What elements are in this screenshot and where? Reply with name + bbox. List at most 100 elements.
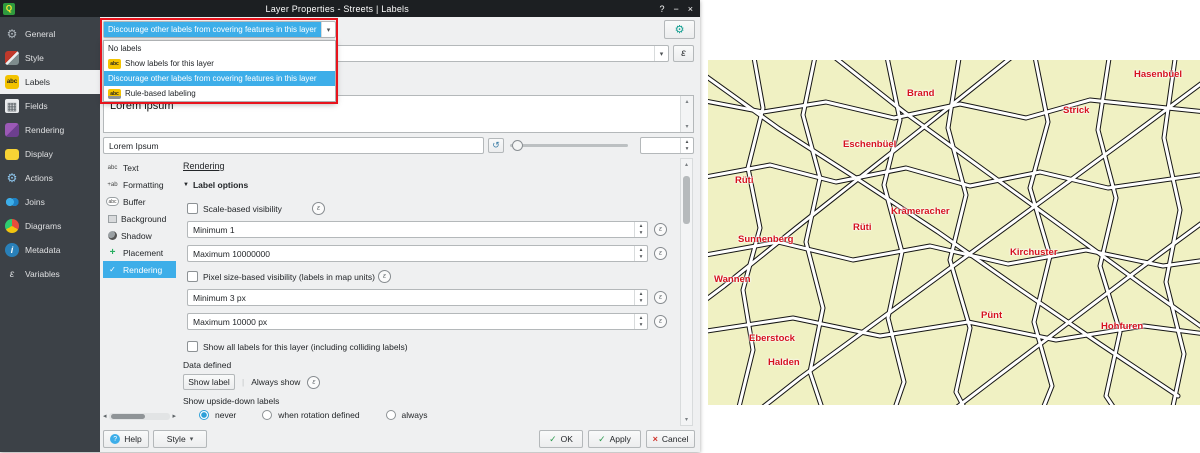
preview-scrollbar[interactable]: ▴ ▾ — [680, 96, 693, 132]
tab-rendering[interactable]: ✓ Rendering — [103, 261, 176, 278]
sidebar-item-general[interactable]: ⚙ General — [0, 22, 100, 46]
scrollbar-track[interactable] — [109, 413, 171, 420]
show-all-labels-checkbox[interactable] — [187, 341, 198, 352]
pixel-visibility-checkbox[interactable] — [187, 271, 198, 282]
data-defined-button[interactable]: ε — [654, 223, 667, 236]
scale-min-spinbox[interactable]: Minimum 1 ▴ ▾ — [187, 221, 648, 238]
tab-text[interactable]: abc Text — [103, 159, 176, 176]
scroll-down-icon[interactable]: ▾ — [685, 416, 688, 423]
show-label-button[interactable]: Show label — [183, 374, 235, 390]
apply-button[interactable]: ✓ Apply — [588, 430, 641, 448]
show-label-button-text: Show label — [188, 377, 230, 387]
scale-visibility-checkbox[interactable] — [187, 203, 198, 214]
titlebar-help-button[interactable]: ? — [659, 4, 664, 14]
pixel-max-spinbox[interactable]: Maximum 10000 px ▴ ▾ — [187, 313, 648, 330]
expression-builder-button[interactable]: ε — [673, 45, 694, 62]
radio-when-rotation-defined[interactable] — [262, 410, 272, 420]
cancel-button[interactable]: × Cancel — [646, 430, 695, 448]
scale-max-spinbox[interactable]: Maximum 10000000 ▴ ▾ — [187, 245, 648, 262]
preview-text-value: Lorem Ipsum — [109, 141, 159, 151]
slider-handle[interactable] — [512, 140, 523, 151]
tab-background[interactable]: Background — [103, 210, 176, 227]
titlebar-minimize-button[interactable]: − — [673, 4, 678, 14]
scroll-up-icon[interactable]: ▴ — [685, 161, 688, 168]
labeling-mode-value: Discourage other labels from covering fe… — [104, 22, 321, 37]
data-defined-button[interactable]: ε — [654, 247, 667, 260]
pixel-min-spinbox[interactable]: Minimum 3 px ▴ ▾ — [187, 289, 648, 306]
style-menu-button[interactable]: Style ▾ — [153, 430, 207, 448]
sidebar-item-style[interactable]: Style — [0, 46, 100, 70]
spin-up-icon[interactable]: ▴ — [681, 138, 693, 146]
sidebar-item-diagrams[interactable]: Diagrams — [0, 214, 100, 238]
spin-arrows[interactable]: ▴ ▾ — [634, 290, 647, 305]
spin-up-icon[interactable]: ▴ — [635, 314, 647, 322]
radio-never[interactable] — [199, 410, 209, 420]
scroll-down-icon[interactable]: ▾ — [685, 123, 688, 130]
radio-always[interactable] — [386, 410, 396, 420]
scroll-right-icon[interactable]: ▸ — [172, 412, 176, 420]
data-defined-button[interactable]: ε — [654, 315, 667, 328]
data-defined-button[interactable]: ε — [307, 376, 320, 389]
sidebar-item-display[interactable]: Display — [0, 142, 100, 166]
sidebar-item-fields[interactable]: ▦ Fields — [0, 94, 100, 118]
labeling-mode-combo[interactable]: Discourage other labels from covering fe… — [103, 21, 336, 38]
data-defined-button[interactable]: ε — [312, 202, 325, 215]
panel-vertical-scrollbar[interactable]: ▴ ▾ — [680, 158, 693, 426]
expression-icon: ε — [681, 48, 685, 59]
rendering-icon — [5, 123, 19, 137]
spin-down-icon[interactable]: ▾ — [635, 230, 647, 238]
spin-down-icon[interactable]: ▾ — [635, 254, 647, 262]
scroll-left-icon[interactable]: ◂ — [103, 412, 107, 420]
tab-formatting[interactable]: +ab Formatting — [103, 176, 176, 193]
map-label: Halden — [768, 357, 800, 368]
ok-button-text: OK — [561, 434, 573, 444]
spin-up-icon[interactable]: ▴ — [635, 246, 647, 254]
label-options-group-header[interactable]: ▼ Label options — [183, 180, 248, 190]
sidebar-item-label: General — [25, 29, 55, 39]
spin-down-icon[interactable]: ▾ — [635, 322, 647, 330]
data-defined-button[interactable]: ε — [654, 291, 667, 304]
label-settings-tabs: abc Text +ab Formatting abc Buffer Backg… — [103, 159, 176, 278]
titlebar-close-button[interactable]: × — [688, 4, 693, 14]
dropdown-option-discourage[interactable]: Discourage other labels from covering fe… — [104, 71, 335, 86]
spin-up-icon[interactable]: ▴ — [635, 290, 647, 298]
map-canvas[interactable]: HasenbüelBrandStrickEschenbüelRütiKrämer… — [708, 60, 1200, 405]
text-icon: abc — [106, 165, 119, 171]
scrollbar-thumb[interactable] — [111, 414, 145, 419]
sidebar-item-joins[interactable]: Joins — [0, 190, 100, 214]
help-button[interactable]: ? Help — [103, 430, 149, 448]
paintbrush-icon — [5, 51, 19, 65]
preview-reset-button[interactable]: ↺ — [488, 138, 504, 153]
tab-shadow[interactable]: Shadow — [103, 227, 176, 244]
tab-placement[interactable]: + Placement — [103, 244, 176, 261]
dropdown-option-show-labels[interactable]: abc Show labels for this layer — [104, 56, 335, 71]
spin-arrows[interactable]: ▴ ▾ — [680, 138, 693, 153]
spin-up-icon[interactable]: ▴ — [635, 222, 647, 230]
preview-text-input[interactable]: Lorem Ipsum — [103, 137, 484, 154]
tabs-horizontal-scrollbar[interactable]: ◂ ▸ — [103, 411, 176, 421]
spin-arrows[interactable]: ▴ ▾ — [634, 314, 647, 329]
scrollbar-track[interactable] — [683, 168, 690, 416]
automated-placement-settings-button[interactable]: ⚙ — [664, 20, 695, 39]
data-defined-button[interactable]: ε — [378, 270, 391, 283]
ok-button[interactable]: ✓ OK — [539, 430, 583, 448]
sidebar-item-variables[interactable]: ε Variables — [0, 262, 100, 286]
screen: Q Layer Properties - Streets | Labels ? … — [0, 0, 1200, 453]
scale-min-value: Minimum 1 — [188, 222, 634, 237]
scrollbar-thumb[interactable] — [683, 176, 690, 224]
preview-size-slider[interactable] — [508, 137, 630, 154]
sidebar-item-labels[interactable]: abc Labels — [0, 70, 100, 94]
spin-down-icon[interactable]: ▾ — [635, 298, 647, 306]
sidebar-item-actions[interactable]: ⚙ Actions — [0, 166, 100, 190]
sidebar-item-metadata[interactable]: i Metadata — [0, 238, 100, 262]
spin-arrows[interactable]: ▴ ▾ — [634, 246, 647, 261]
tab-buffer[interactable]: abc Buffer — [103, 193, 176, 210]
spin-arrows[interactable]: ▴ ▾ — [634, 222, 647, 237]
dropdown-option-rule-based[interactable]: abc Rule-based labeling — [104, 86, 335, 101]
apply-button-text: Apply — [610, 434, 631, 444]
preview-size-spinbox[interactable]: ▴ ▾ — [640, 137, 694, 154]
spin-down-icon[interactable]: ▾ — [681, 146, 693, 154]
dropdown-option-no-labels[interactable]: No labels — [104, 41, 335, 56]
scroll-up-icon[interactable]: ▴ — [685, 98, 688, 105]
sidebar-item-rendering[interactable]: Rendering — [0, 118, 100, 142]
